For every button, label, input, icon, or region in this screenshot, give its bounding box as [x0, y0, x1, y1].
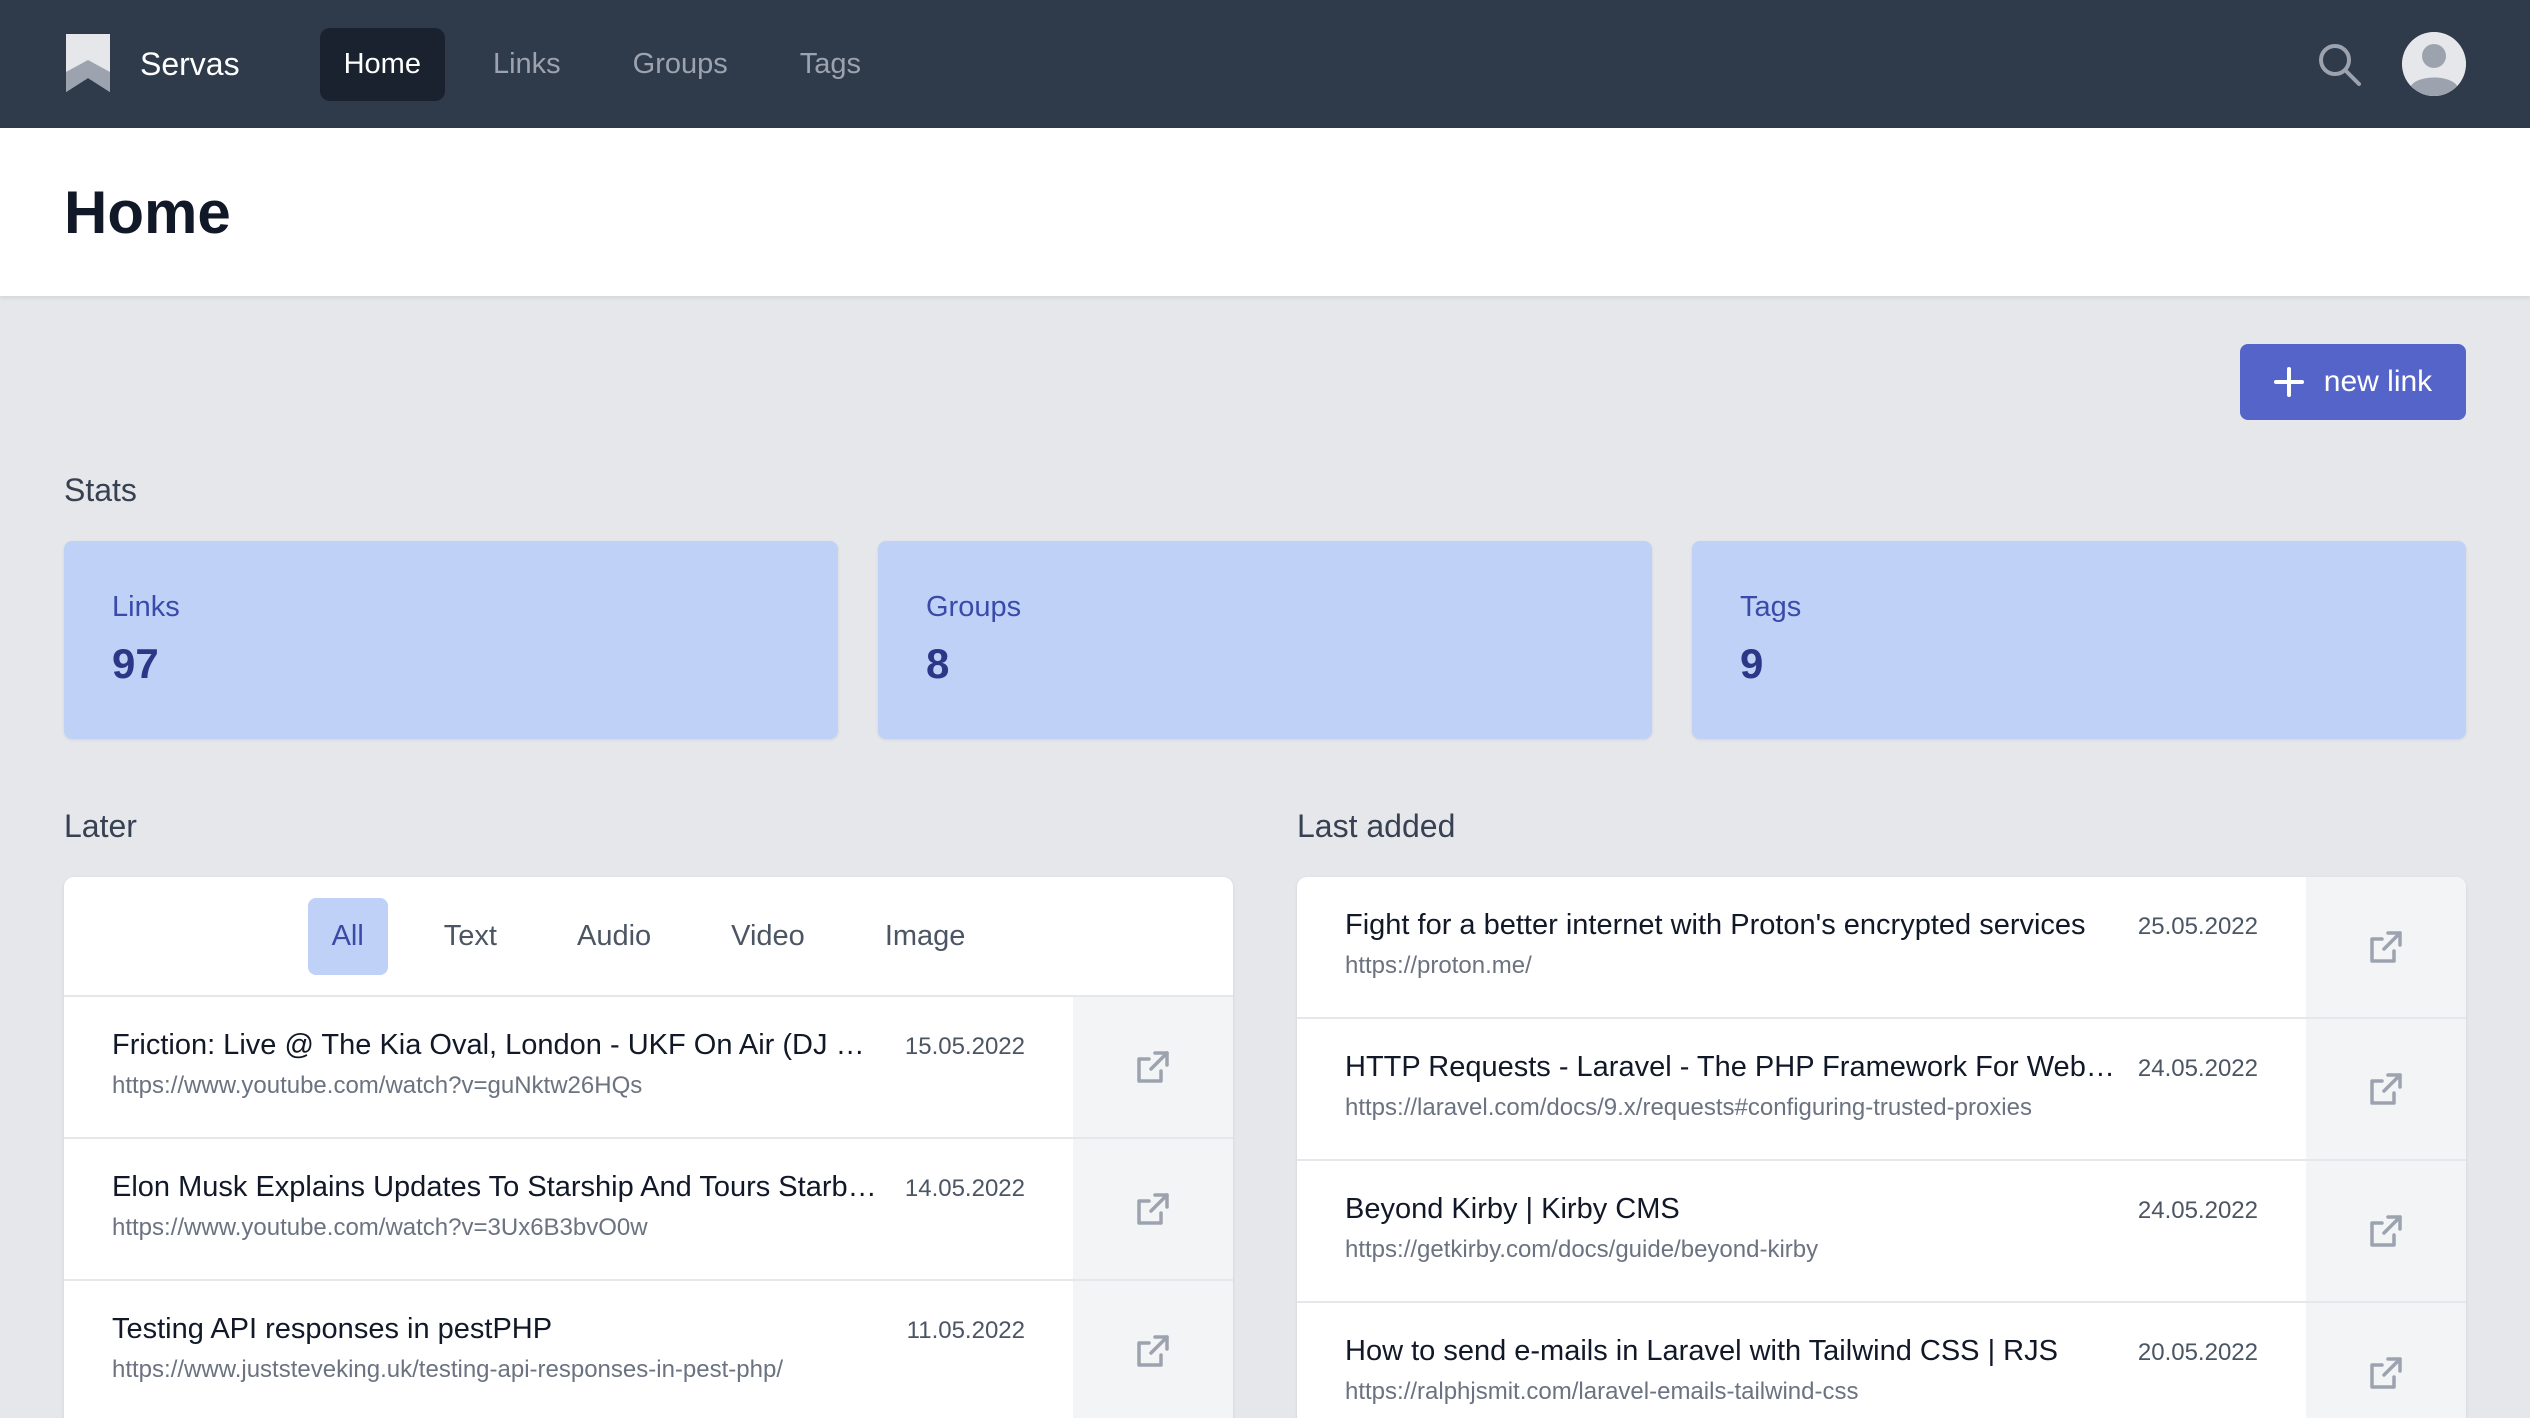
filter-tab-image[interactable]: Image	[861, 898, 990, 975]
open-link-button[interactable]	[2306, 1303, 2466, 1418]
link-title: Beyond Kirby | Kirby CMS	[1345, 1193, 1680, 1225]
link-date: 11.05.2022	[906, 1317, 1025, 1344]
link-url: https://proton.me/	[1345, 952, 1532, 979]
stat-value: 97	[112, 640, 159, 687]
external-link-icon	[2370, 931, 2402, 963]
link-item[interactable]: Beyond Kirby | Kirby CMS https://getkirb…	[1297, 1161, 2306, 1301]
stat-card-links: Links 97	[64, 541, 838, 739]
link-title: How to send e-mails in Laravel with Tail…	[1345, 1335, 2058, 1367]
nav-link-groups[interactable]: Groups	[609, 28, 752, 101]
external-link-icon	[2370, 1357, 2402, 1389]
stats-heading: Stats	[64, 472, 137, 508]
search-icon[interactable]	[2316, 41, 2362, 87]
stat-label: Groups	[926, 591, 1022, 623]
link-item[interactable]: How to send e-mails in Laravel with Tail…	[1297, 1303, 2306, 1418]
nav-link-home[interactable]: Home	[319, 27, 445, 101]
open-link-button[interactable]	[1073, 1139, 1233, 1279]
list-item: Beyond Kirby | Kirby CMS https://getkirb…	[1297, 1161, 2466, 1303]
link-url: https://laravel.com/docs/9.x/requests#co…	[1345, 1094, 2032, 1121]
external-link-icon	[1137, 1335, 1169, 1367]
list-item: HTTP Requests - Laravel - The PHP Framew…	[1297, 1019, 2466, 1161]
user-avatar-icon[interactable]	[2402, 32, 2466, 96]
link-date: 15.05.2022	[904, 1033, 1025, 1060]
bookmark-logo-icon	[66, 34, 110, 92]
brand-name: Servas	[140, 45, 240, 82]
page-title: Home	[64, 178, 231, 246]
link-item[interactable]: Fight for a better internet with Proton'…	[1297, 877, 2306, 1017]
list-item: Fight for a better internet with Proton'…	[1297, 877, 2466, 1019]
external-link-icon	[2370, 1073, 2402, 1105]
stat-value: 8	[926, 640, 950, 687]
link-title: Friction: Live @ The Kia Oval, London - …	[112, 1029, 883, 1061]
nav-link-tags[interactable]: Tags	[776, 28, 885, 101]
link-url: https://www.youtube.com/watch?v=guNktw26…	[112, 1072, 643, 1099]
list-item: Testing API responses in pestPHP https:/…	[64, 1281, 1233, 1418]
list-item: How to send e-mails in Laravel with Tail…	[1297, 1303, 2466, 1418]
later-panel: All Text Audio Video Image Friction: Liv…	[64, 877, 1233, 1418]
nav-link-links[interactable]: Links	[469, 28, 585, 101]
open-link-button[interactable]	[2306, 877, 2466, 1017]
page-header: Home	[0, 128, 2530, 296]
link-title: Fight for a better internet with Proton'…	[1345, 909, 2086, 941]
stat-label: Tags	[1740, 591, 1802, 623]
open-link-button[interactable]	[1073, 1281, 1233, 1418]
open-link-button[interactable]	[2306, 1161, 2466, 1301]
new-link-button[interactable]: new link	[2240, 344, 2466, 420]
link-date: 20.05.2022	[2137, 1339, 2258, 1366]
link-date: 24.05.2022	[2137, 1055, 2258, 1082]
media-filter-bar: All Text Audio Video Image	[64, 877, 1233, 997]
external-link-icon	[1137, 1051, 1169, 1083]
last-added-heading: Last added	[1297, 808, 1456, 844]
stat-card-tags: Tags 9	[1692, 541, 2466, 739]
nav-right	[2316, 32, 2466, 96]
link-item[interactable]: Friction: Live @ The Kia Oval, London - …	[64, 997, 1073, 1137]
link-title: Testing API responses in pestPHP	[112, 1313, 553, 1345]
new-link-label: new link	[2323, 365, 2433, 398]
filter-tab-video[interactable]: Video	[707, 898, 829, 975]
external-link-icon	[1137, 1193, 1169, 1225]
filter-tab-all[interactable]: All	[307, 897, 388, 975]
link-item[interactable]: Elon Musk Explains Updates To Starship A…	[64, 1139, 1073, 1279]
top-navbar: Servas Home Links Groups Tags	[0, 0, 2530, 128]
link-date: 24.05.2022	[2137, 1197, 2258, 1224]
link-url: https://www.youtube.com/watch?v=3Ux6B3bv…	[112, 1214, 648, 1241]
link-date: 14.05.2022	[904, 1175, 1025, 1202]
open-link-button[interactable]	[1073, 997, 1233, 1137]
link-item[interactable]: Testing API responses in pestPHP https:/…	[64, 1281, 1073, 1418]
list-item: Elon Musk Explains Updates To Starship A…	[64, 1139, 1233, 1281]
list-item: Friction: Live @ The Kia Oval, London - …	[64, 997, 1233, 1139]
filter-tab-text[interactable]: Text	[420, 898, 521, 975]
link-url: https://www.juststeveking.uk/testing-api…	[112, 1356, 783, 1383]
link-url: https://ralphjsmit.com/laravel-emails-ta…	[1345, 1378, 1859, 1405]
stat-card-groups: Groups 8	[878, 541, 1652, 739]
filter-tab-audio[interactable]: Audio	[553, 898, 675, 975]
open-link-button[interactable]	[2306, 1019, 2466, 1159]
external-link-icon	[2370, 1215, 2402, 1247]
link-url: https://getkirby.com/docs/guide/beyond-k…	[1345, 1236, 1819, 1263]
plus-icon	[2273, 367, 2304, 397]
link-title: HTTP Requests - Laravel - The PHP Framew…	[1345, 1051, 2116, 1083]
nav-links: Home Links Groups Tags	[319, 27, 885, 101]
last-added-panel: Fight for a better internet with Proton'…	[1297, 877, 2466, 1418]
link-item[interactable]: HTTP Requests - Laravel - The PHP Framew…	[1297, 1019, 2306, 1159]
link-title: Elon Musk Explains Updates To Starship A…	[112, 1171, 883, 1203]
later-heading: Later	[64, 808, 137, 844]
brand[interactable]: Servas	[64, 32, 240, 96]
link-date: 25.05.2022	[2137, 913, 2258, 940]
stat-value: 9	[1740, 640, 1764, 687]
stat-label: Links	[112, 591, 180, 623]
